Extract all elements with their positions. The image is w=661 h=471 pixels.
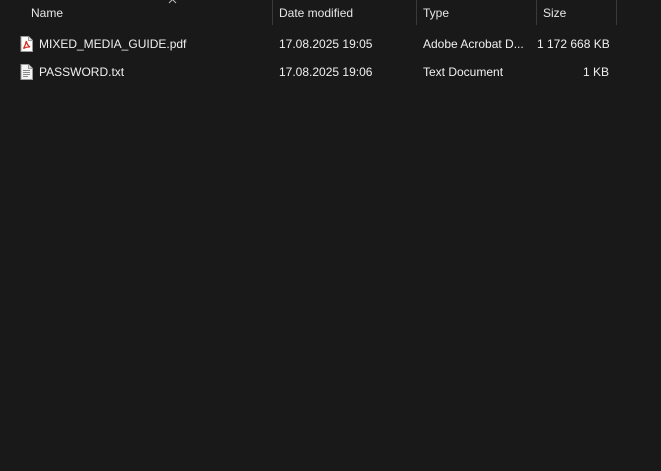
file-explorer-view: Name Date modified Type Size MIXED_MEDIA… — [0, 0, 661, 471]
column-header-date-modified[interactable]: Date modified — [273, 0, 416, 25]
file-size: 1 KB — [582, 65, 609, 79]
file-date-modified: 17.08.2025 19:05 — [279, 37, 373, 51]
chevron-up-icon — [168, 0, 177, 4]
file-type: Adobe Acrobat D... — [423, 37, 524, 51]
column-header-size[interactable]: Size — [537, 0, 616, 25]
column-header-size-label: Size — [543, 6, 567, 20]
file-type: Text Document — [423, 65, 504, 79]
column-header-bar: Name Date modified Type Size — [0, 0, 661, 25]
file-row[interactable]: PASSWORD.txt 17.08.2025 19:06 Text Docum… — [15, 61, 616, 83]
column-header-name-label: Name — [31, 6, 64, 20]
text-file-icon — [20, 61, 36, 83]
pdf-file-icon — [20, 33, 36, 55]
file-row[interactable]: MIXED_MEDIA_GUIDE.pdf 17.08.2025 19:05 A… — [15, 33, 616, 55]
column-header-name[interactable]: Name — [25, 0, 272, 25]
column-header-date-label: Date modified — [279, 6, 354, 20]
column-divider[interactable] — [616, 0, 617, 25]
file-size: 1 172 668 KB — [537, 37, 609, 51]
file-name: PASSWORD.txt — [39, 65, 125, 79]
file-date-modified: 17.08.2025 19:06 — [279, 65, 373, 79]
file-name: MIXED_MEDIA_GUIDE.pdf — [39, 37, 187, 51]
column-header-type[interactable]: Type — [417, 0, 536, 25]
column-header-type-label: Type — [423, 6, 450, 20]
